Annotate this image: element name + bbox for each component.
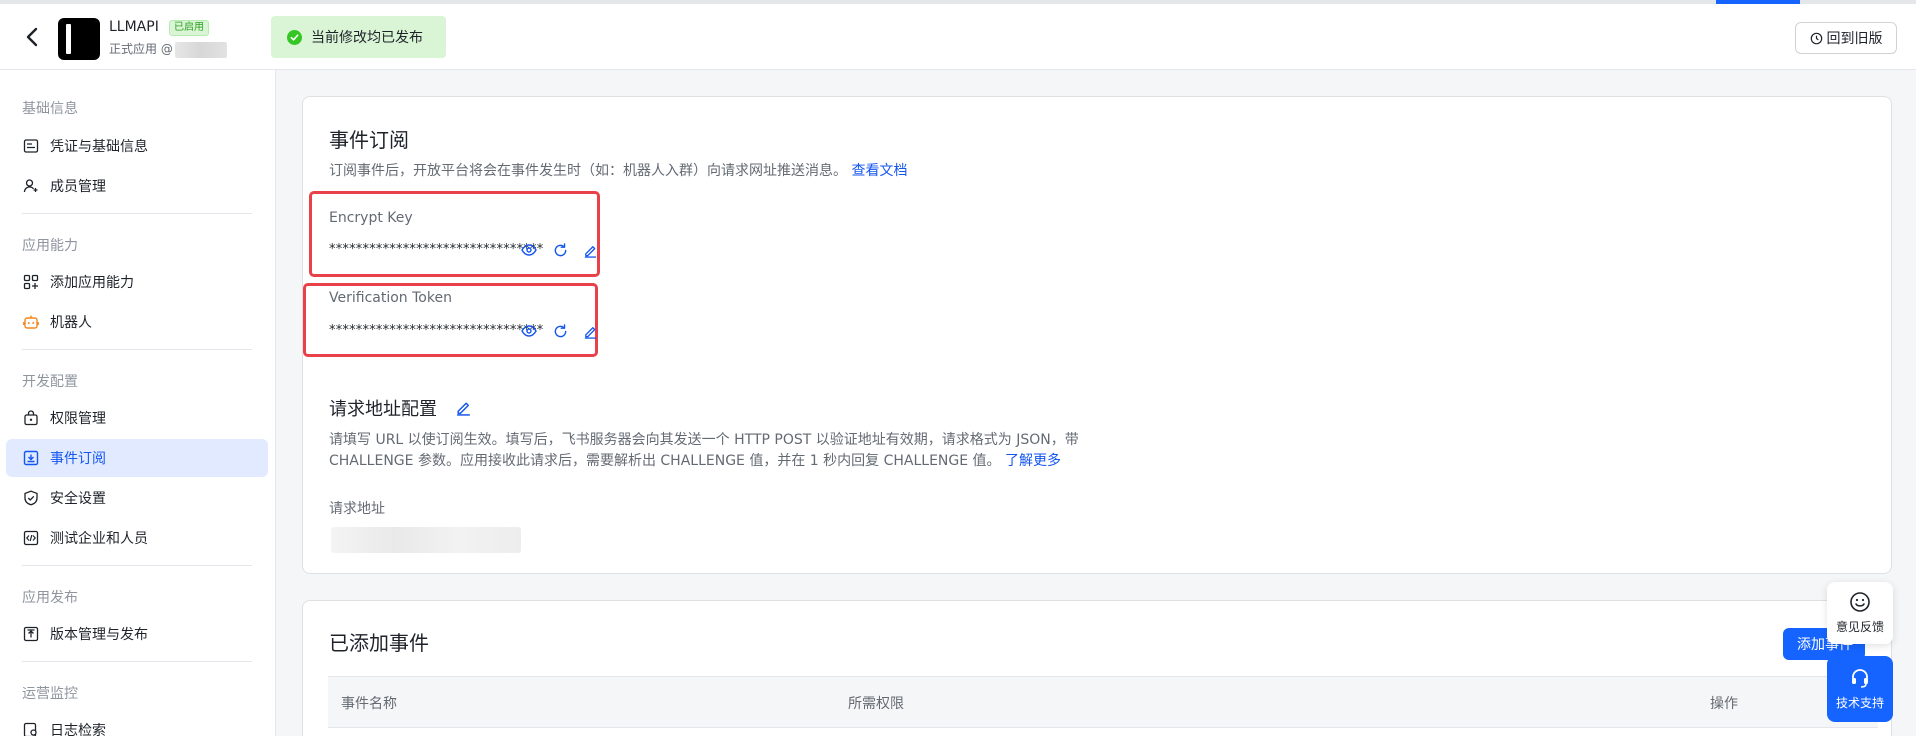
edit-icon [456, 402, 470, 416]
encrypt-key-show-button[interactable] [519, 240, 539, 260]
log-search-icon [22, 721, 40, 736]
publish-status-text: 当前修改均已发布 [311, 30, 423, 46]
encrypt-key-highlight [309, 191, 600, 277]
encrypt-key-reset-button[interactable] [550, 240, 570, 260]
eye-icon [521, 244, 537, 256]
sidebar-group-basic: 基础信息 [22, 101, 78, 117]
sidebar-item-test-tenant[interactable]: 测试企业和人员 [6, 519, 268, 557]
verification-token-label: Verification Token [329, 290, 452, 306]
sidebar-item-label: 权限管理 [50, 411, 106, 427]
verification-token-show-button[interactable] [519, 321, 539, 341]
refresh-icon [554, 242, 566, 256]
column-header-event-name: 事件名称 [341, 696, 397, 712]
request-config-desc-line2: CHALLENGE 参数。应用接收此请求后，需要解析出 CHALLENGE 值，… [329, 451, 1061, 472]
sidebar-group-ability: 应用能力 [22, 238, 78, 254]
sidebar-divider [22, 213, 252, 214]
eye-icon [521, 325, 537, 337]
history-icon [1810, 32, 1822, 44]
check-circle-icon [287, 29, 302, 45]
back-to-old-version-button[interactable]: 回到旧版 [1795, 22, 1897, 54]
sidebar-item-permissions[interactable]: 权限管理 [6, 399, 268, 437]
sidebar-divider [22, 661, 252, 662]
verification-token-edit-button[interactable] [580, 321, 600, 341]
publish-status: 当前修改均已发布 [271, 16, 446, 58]
sidebar-group-dev: 开发配置 [22, 374, 78, 390]
event-sub-desc-text: 订阅事件后，开放平台将会在事件发生时（如：机器人入群）向请求网址推送消息。 [329, 163, 847, 179]
request-config-desc-line1: 请填写 URL 以使订阅生效。填写后，飞书服务器会向其发送一个 HTTP POS… [329, 432, 1079, 448]
lock-box-icon [22, 409, 40, 427]
sidebar-item-members[interactable]: 成员管理 [6, 167, 268, 205]
sidebar-item-security[interactable]: 安全设置 [6, 479, 268, 517]
sidebar: 基础信息 凭证与基础信息 成员管理 应用能力 添加应用能力 机器人 开发配置 权… [0, 70, 276, 736]
feedback-button[interactable]: 意见反馈 [1827, 582, 1893, 644]
sidebar-item-add-ability[interactable]: 添加应用能力 [6, 263, 268, 301]
redacted-owner [174, 41, 227, 58]
sidebar-item-label: 凭证与基础信息 [50, 139, 148, 155]
sidebar-item-credentials[interactable]: 凭证与基础信息 [6, 127, 268, 165]
sidebar-item-label: 日志检索 [50, 723, 106, 736]
app-owner-label: 正式应用 @ [109, 42, 173, 56]
encrypt-key-edit-button[interactable] [580, 240, 600, 260]
sidebar-item-version[interactable]: 版本管理与发布 [6, 615, 268, 653]
tech-support-button[interactable]: 技术支持 [1827, 656, 1893, 722]
sidebar-group-release: 应用发布 [22, 590, 78, 606]
app-status-badge: 已启用 [169, 20, 209, 36]
sidebar-item-label: 添加应用能力 [50, 275, 134, 291]
event-sub-title: 事件订阅 [329, 128, 409, 152]
encrypt-key-value: ******************************** [329, 242, 544, 257]
code-box-icon [22, 529, 40, 547]
shield-icon [22, 489, 40, 507]
added-events-title: 已添加事件 [329, 631, 429, 655]
sidebar-divider [22, 565, 252, 566]
refresh-icon [554, 323, 566, 337]
upload-box-icon [22, 625, 40, 643]
request-url-label: 请求地址 [329, 501, 385, 517]
back-to-old-version-label: 回到旧版 [1826, 31, 1883, 47]
card-icon [22, 137, 40, 155]
view-docs-link[interactable]: 查看文档 [851, 163, 907, 179]
events-table-header: 事件名称 所需权限 操作 [328, 676, 1878, 728]
redacted-request-url [331, 527, 521, 553]
robot-icon [22, 313, 40, 331]
chevron-left-icon [26, 27, 38, 47]
sidebar-item-logs[interactable]: 日志检索 [6, 711, 268, 736]
event-subscription-card: 事件订阅 订阅事件后，开放平台将会在事件发生时（如：机器人入群）向请求网址推送消… [302, 96, 1892, 574]
request-config-edit-button[interactable] [453, 397, 473, 417]
sidebar-item-label: 测试企业和人员 [50, 531, 148, 547]
verification-token-reset-button[interactable] [550, 321, 570, 341]
learn-more-link[interactable]: 了解更多 [1005, 453, 1061, 469]
sidebar-item-label: 版本管理与发布 [50, 627, 148, 643]
sidebar-item-label: 成员管理 [50, 179, 106, 195]
smile-icon [1850, 592, 1870, 612]
app-logo [58, 18, 100, 60]
request-config-desc-line2-text: CHALLENGE 参数。应用接收此请求后，需要解析出 CHALLENGE 值，… [329, 453, 1001, 469]
app-owner: 正式应用 @ [109, 40, 227, 58]
grid-plus-icon [22, 273, 40, 291]
encrypt-key-label: Encrypt Key [329, 210, 413, 226]
verification-token-value: ******************************** [329, 323, 544, 338]
column-header-permissions: 所需权限 [848, 696, 904, 712]
sidebar-item-label: 事件订阅 [50, 451, 106, 467]
sidebar-item-robot[interactable]: 机器人 [6, 303, 268, 341]
request-config-title: 请求地址配置 [329, 399, 437, 420]
edit-icon [584, 326, 596, 339]
app-header: LLMAPI 已启用 正式应用 @ 当前修改均已发布 回到旧版 [0, 4, 1916, 70]
sidebar-group-ops: 运营监控 [22, 686, 78, 702]
tech-support-label: 技术支持 [1835, 696, 1884, 710]
event-sub-desc: 订阅事件后，开放平台将会在事件发生时（如：机器人入群）向请求网址推送消息。 查看… [329, 161, 907, 182]
sidebar-item-label: 机器人 [50, 315, 92, 331]
edit-icon [584, 245, 596, 258]
sidebar-item-label: 安全设置 [50, 491, 106, 507]
back-button[interactable] [22, 26, 42, 48]
event-subscribe-icon [22, 449, 40, 467]
sidebar-divider [22, 349, 252, 350]
headset-icon [1852, 669, 1868, 688]
feedback-label: 意见反馈 [1835, 620, 1884, 634]
app-name: LLMAPI [109, 19, 159, 35]
user-add-icon [22, 177, 40, 195]
sidebar-item-events[interactable]: 事件订阅 [6, 439, 268, 477]
column-header-actions: 操作 [1710, 696, 1738, 712]
